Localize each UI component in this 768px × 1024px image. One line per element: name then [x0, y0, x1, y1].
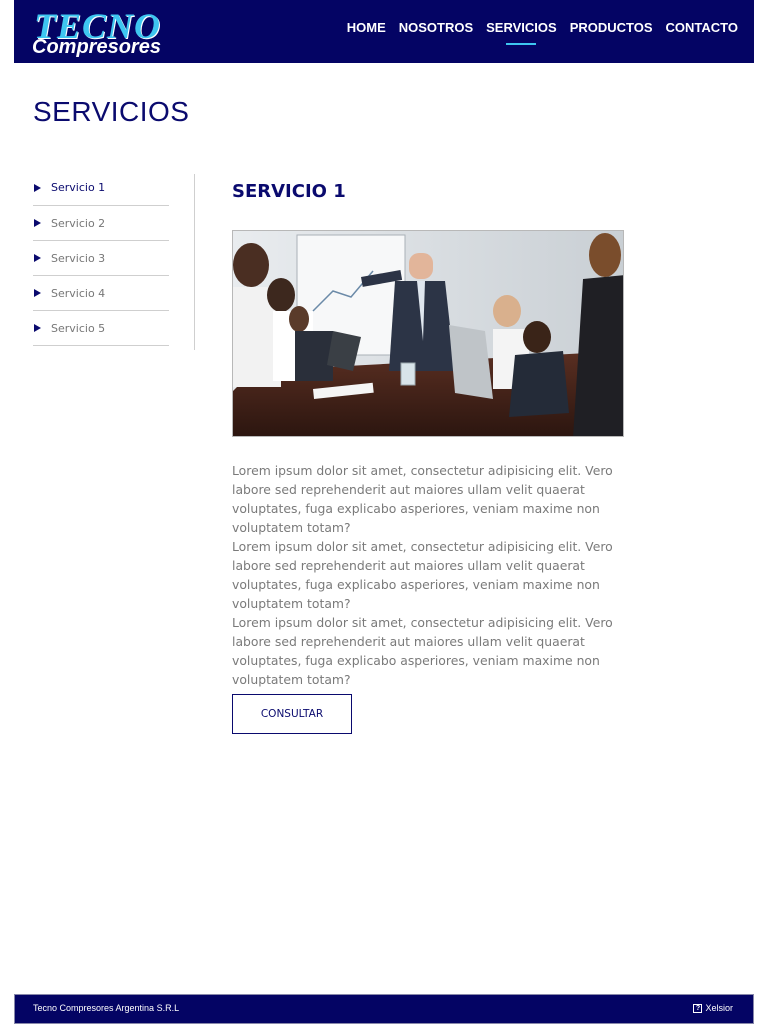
nav-productos[interactable]: PRODUCTOS — [570, 19, 653, 45]
nav-contacto[interactable]: CONTACTO — [666, 19, 738, 45]
sidebar-divider — [194, 174, 195, 350]
sidebar-item-servicio-4[interactable]: Servicio 4 — [33, 276, 169, 311]
nav-servicios[interactable]: SERVICIOS — [486, 19, 557, 45]
sidebar-item-servicio-2[interactable]: Servicio 2 — [33, 206, 169, 241]
sidebar-item-label: Servicio 5 — [51, 321, 106, 335]
sidebar-item-label: Servicio 4 — [51, 286, 106, 300]
sidebar-item-label: Servicio 2 — [51, 216, 106, 230]
sidebar-item-label: Servicio 1 — [51, 181, 106, 194]
help-icon: ? — [693, 1003, 703, 1013]
arrow-right-icon — [34, 219, 41, 227]
main-nav: HOME NOSOTROS SERVICIOS PRODUCTOS CONTAC… — [334, 19, 738, 45]
service-title: SERVICIO 1 — [232, 181, 346, 202]
arrow-right-icon — [34, 324, 41, 332]
service-paragraph: Lorem ipsum dolor sit amet, consectetur … — [232, 615, 613, 687]
page-title: SERVICIOS — [33, 96, 190, 127]
meeting-photo-illustration — [233, 231, 623, 436]
sidebar-item-servicio-3[interactable]: Servicio 3 — [33, 241, 169, 276]
service-photo — [232, 230, 624, 437]
sidebar-item-servicio-1[interactable]: Servicio 1 — [33, 170, 169, 206]
arrow-right-icon — [34, 183, 41, 192]
site-footer: Tecno Compresores Argentina S.R.L ? Xels… — [14, 994, 754, 1024]
arrow-right-icon — [34, 254, 41, 262]
sidebar-item-label: Servicio 3 — [51, 251, 106, 265]
nav-nosotros[interactable]: NOSOTROS — [399, 19, 473, 45]
service-paragraph: Lorem ipsum dolor sit amet, consectetur … — [232, 463, 613, 535]
footer-credit-label: Xelsior — [705, 1003, 733, 1013]
arrow-right-icon — [34, 289, 41, 297]
services-sidebar: Servicio 1 Servicio 2 Servicio 3 Servici… — [33, 170, 169, 346]
logo[interactable]: TECNO Compresores — [30, 8, 170, 60]
consultar-button[interactable]: CONSULTAR — [232, 694, 352, 734]
footer-credit[interactable]: ? Xelsior — [693, 1003, 733, 1013]
nav-home[interactable]: HOME — [347, 19, 386, 45]
sidebar-item-servicio-5[interactable]: Servicio 5 — [33, 311, 169, 346]
footer-company: Tecno Compresores Argentina S.R.L — [33, 1003, 180, 1013]
service-paragraph: Lorem ipsum dolor sit amet, consectetur … — [232, 539, 613, 611]
logo-text-compresores: Compresores — [32, 36, 161, 58]
site-header: TECNO Compresores HOME NOSOTROS SERVICIO… — [14, 0, 754, 63]
